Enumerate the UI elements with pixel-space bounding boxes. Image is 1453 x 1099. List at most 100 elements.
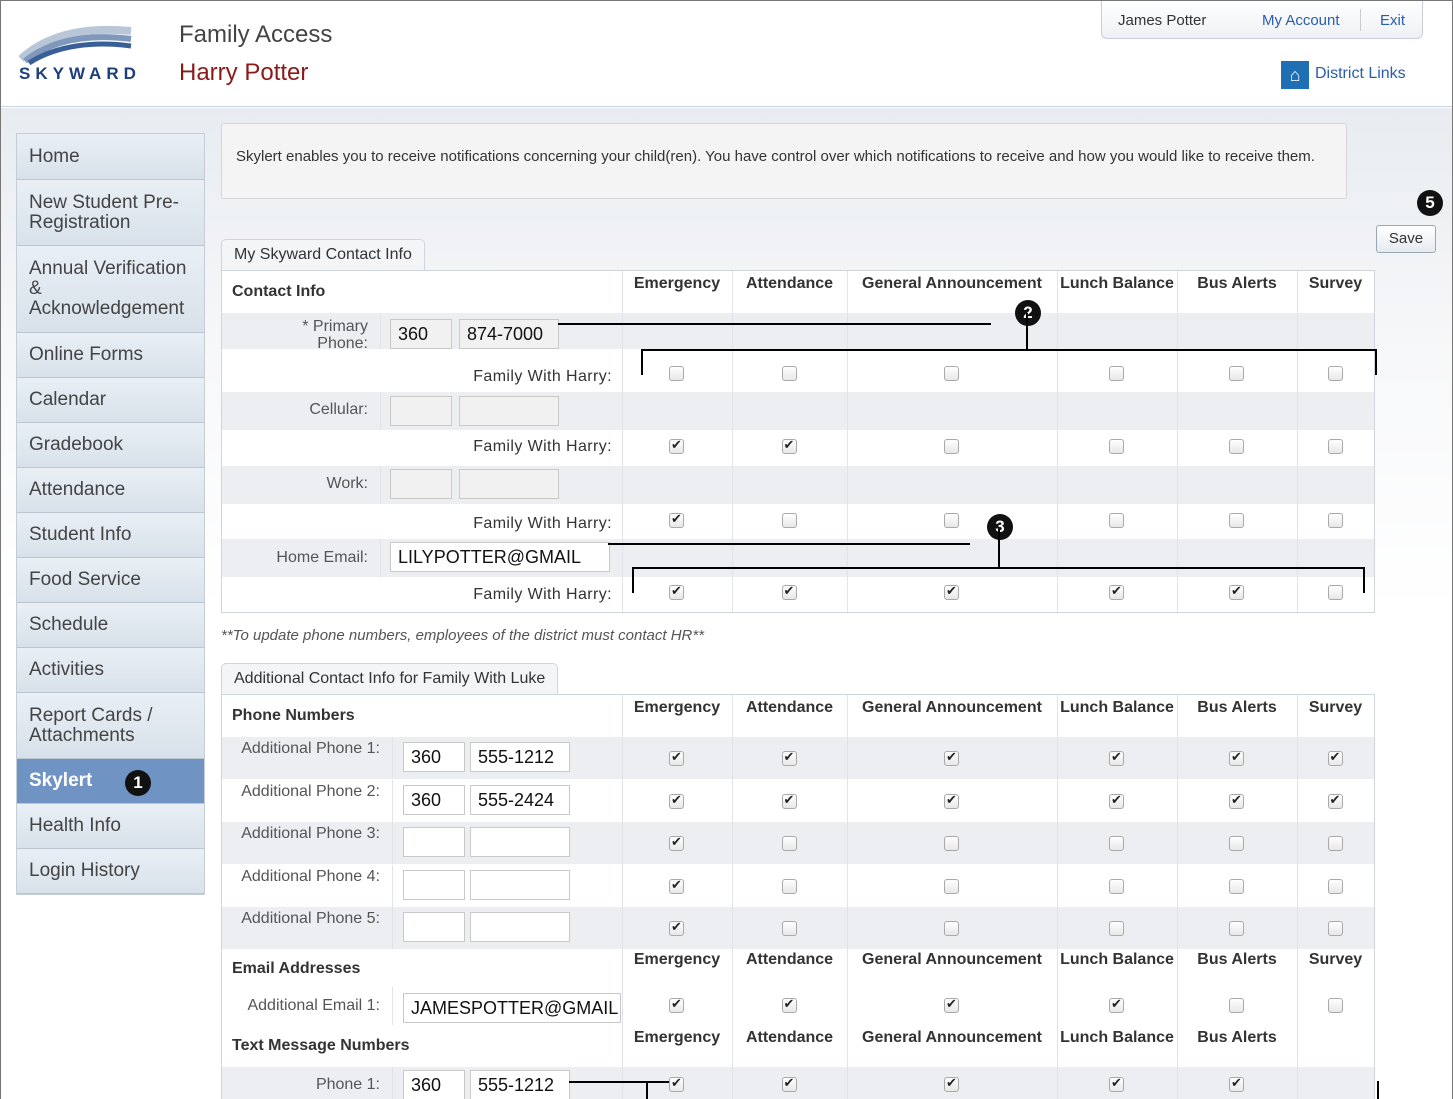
phone-5-checkbox[interactable] bbox=[1229, 921, 1244, 936]
cellular-checkbox[interactable] bbox=[944, 439, 959, 454]
phone-3-checkbox[interactable] bbox=[1229, 836, 1244, 851]
text-phone-area[interactable]: 360 bbox=[403, 1070, 465, 1099]
phone-4-checkbox[interactable] bbox=[669, 877, 684, 894]
phone-5-checkbox[interactable] bbox=[1109, 921, 1124, 936]
email-checkbox[interactable] bbox=[1109, 583, 1124, 600]
work-checkbox[interactable] bbox=[669, 511, 684, 528]
email-checkbox[interactable] bbox=[781, 996, 797, 1013]
email-checkbox[interactable] bbox=[944, 583, 959, 600]
phone-5-checkbox[interactable] bbox=[781, 921, 797, 936]
work-checkbox[interactable] bbox=[944, 513, 959, 528]
sidebar-item-schedule[interactable]: Schedule bbox=[17, 603, 204, 648]
sidebar-item-student-info[interactable]: Student Info bbox=[17, 513, 204, 558]
phone-2-checkbox[interactable] bbox=[1327, 792, 1343, 809]
email-checkbox[interactable] bbox=[1327, 998, 1343, 1013]
sidebar-item-activities[interactable]: Activities bbox=[17, 648, 204, 693]
phone-5-checkbox[interactable] bbox=[1327, 921, 1343, 936]
primary-checkbox[interactable] bbox=[1229, 366, 1244, 381]
sidebar-item-skylert[interactable]: Skylert bbox=[17, 759, 204, 804]
additional-phone-number[interactable] bbox=[470, 912, 570, 942]
additional-phone-area[interactable] bbox=[403, 912, 465, 942]
email-checkbox[interactable] bbox=[669, 996, 684, 1013]
cellular-checkbox[interactable] bbox=[669, 437, 684, 454]
primary-checkbox[interactable] bbox=[944, 366, 959, 381]
text-phone-number[interactable]: 555-1212 bbox=[470, 1070, 570, 1099]
email-checkbox[interactable] bbox=[944, 996, 959, 1013]
phone-2-checkbox[interactable] bbox=[1229, 792, 1244, 809]
phone-1-checkbox[interactable] bbox=[1229, 749, 1244, 766]
phone-1-checkbox[interactable] bbox=[781, 749, 797, 766]
additional-phone-number[interactable] bbox=[470, 827, 570, 857]
sidebar-item-new-student-pre-registration[interactable]: New Student Pre-Registration bbox=[17, 180, 204, 246]
cellular-checkbox[interactable] bbox=[1327, 439, 1343, 454]
text-checkbox[interactable] bbox=[669, 1075, 684, 1092]
sidebar-item-calendar[interactable]: Calendar bbox=[17, 378, 204, 423]
phone-3-checkbox[interactable] bbox=[1327, 836, 1343, 851]
exit-link[interactable]: Exit bbox=[1380, 12, 1405, 29]
text-checkbox[interactable] bbox=[1229, 1075, 1244, 1092]
email-checkbox[interactable] bbox=[1229, 998, 1244, 1013]
primary-checkbox[interactable] bbox=[1109, 366, 1124, 381]
phone-2-checkbox[interactable] bbox=[669, 792, 684, 809]
phone-1-checkbox[interactable] bbox=[669, 749, 684, 766]
text-checkbox[interactable] bbox=[1109, 1075, 1124, 1092]
text-checkbox[interactable] bbox=[944, 1075, 959, 1092]
email-checkbox[interactable] bbox=[1229, 583, 1244, 600]
phone-4-checkbox[interactable] bbox=[1327, 878, 1343, 894]
sidebar-item-health-info[interactable]: Health Info bbox=[17, 804, 204, 849]
phone-1-checkbox[interactable] bbox=[944, 749, 959, 766]
work-checkbox[interactable] bbox=[1327, 513, 1343, 528]
email-checkbox[interactable] bbox=[1109, 996, 1124, 1013]
phone-3-checkbox[interactable] bbox=[781, 836, 797, 851]
phone-4-checkbox[interactable] bbox=[1229, 878, 1244, 894]
additional-phone-area[interactable]: 360 bbox=[403, 784, 465, 815]
primary-checkbox[interactable] bbox=[669, 366, 684, 381]
sidebar-item-gradebook[interactable]: Gradebook bbox=[17, 423, 204, 468]
additional-phone-area[interactable] bbox=[403, 827, 465, 857]
email-checkbox[interactable] bbox=[781, 583, 797, 600]
sidebar-item-report-cards-attachments[interactable]: Report Cards / Attachments bbox=[17, 693, 204, 759]
phone-3-checkbox[interactable] bbox=[1109, 836, 1124, 851]
primary-checkbox[interactable] bbox=[1327, 366, 1343, 381]
save-button[interactable]: Save bbox=[1376, 225, 1436, 253]
email-checkbox[interactable] bbox=[1327, 585, 1343, 600]
work-checkbox[interactable] bbox=[1229, 513, 1244, 528]
app-window: SKYWARD Family Access Harry Potter James… bbox=[0, 0, 1453, 1099]
phone-5-checkbox[interactable] bbox=[669, 919, 684, 936]
work-checkbox[interactable] bbox=[1109, 513, 1124, 528]
additional-phone-number[interactable]: 555-1212 bbox=[470, 742, 570, 772]
email-checkbox[interactable] bbox=[669, 583, 684, 600]
cellular-checkbox[interactable] bbox=[1109, 439, 1124, 454]
sidebar-item-home[interactable]: Home bbox=[17, 134, 204, 180]
phone-4-checkbox[interactable] bbox=[1109, 878, 1124, 894]
my-account-link[interactable]: My Account bbox=[1262, 12, 1340, 29]
phone-3-checkbox[interactable] bbox=[669, 834, 684, 851]
phone-4-checkbox[interactable] bbox=[781, 878, 797, 894]
sidebar-item-annual-verification-acknowledgement[interactable]: Annual Verification & Acknowledgement bbox=[17, 246, 204, 333]
phone-4-checkbox[interactable] bbox=[944, 878, 959, 894]
tab-my-contact-info[interactable]: My Skyward Contact Info bbox=[221, 239, 425, 270]
tab-additional-contact-info[interactable]: Additional Contact Info for Family With … bbox=[221, 663, 559, 694]
phone-1-checkbox[interactable] bbox=[1327, 749, 1343, 766]
work-checkbox[interactable] bbox=[781, 513, 797, 528]
additional-phone-area[interactable]: 360 bbox=[403, 742, 465, 772]
cellular-checkbox[interactable] bbox=[1229, 439, 1244, 454]
cellular-checkbox[interactable] bbox=[781, 437, 797, 454]
primary-checkbox[interactable] bbox=[781, 366, 797, 381]
sidebar-item-online-forms[interactable]: Online Forms bbox=[17, 333, 204, 378]
phone-2-checkbox[interactable] bbox=[781, 792, 797, 809]
phone-2-checkbox[interactable] bbox=[944, 792, 959, 809]
text-checkbox[interactable] bbox=[781, 1075, 797, 1092]
sidebar-item-login-history[interactable]: Login History bbox=[17, 849, 204, 894]
phone-3-checkbox[interactable] bbox=[944, 836, 959, 851]
phone-2-checkbox[interactable] bbox=[1109, 792, 1124, 809]
phone-1-checkbox[interactable] bbox=[1109, 749, 1124, 766]
additional-phone-area[interactable] bbox=[403, 869, 465, 900]
additional-phone-number[interactable] bbox=[470, 869, 570, 900]
home-email-field[interactable]: LILYPOTTER@GMAIL bbox=[390, 542, 610, 572]
additional-email-field[interactable]: JAMESPOTTER@GMAIL bbox=[403, 993, 621, 1023]
additional-phone-number[interactable]: 555-2424 bbox=[470, 784, 570, 815]
phone-5-checkbox[interactable] bbox=[944, 921, 959, 936]
sidebar-item-food-service[interactable]: Food Service bbox=[17, 558, 204, 603]
sidebar-item-attendance[interactable]: Attendance bbox=[17, 468, 204, 513]
